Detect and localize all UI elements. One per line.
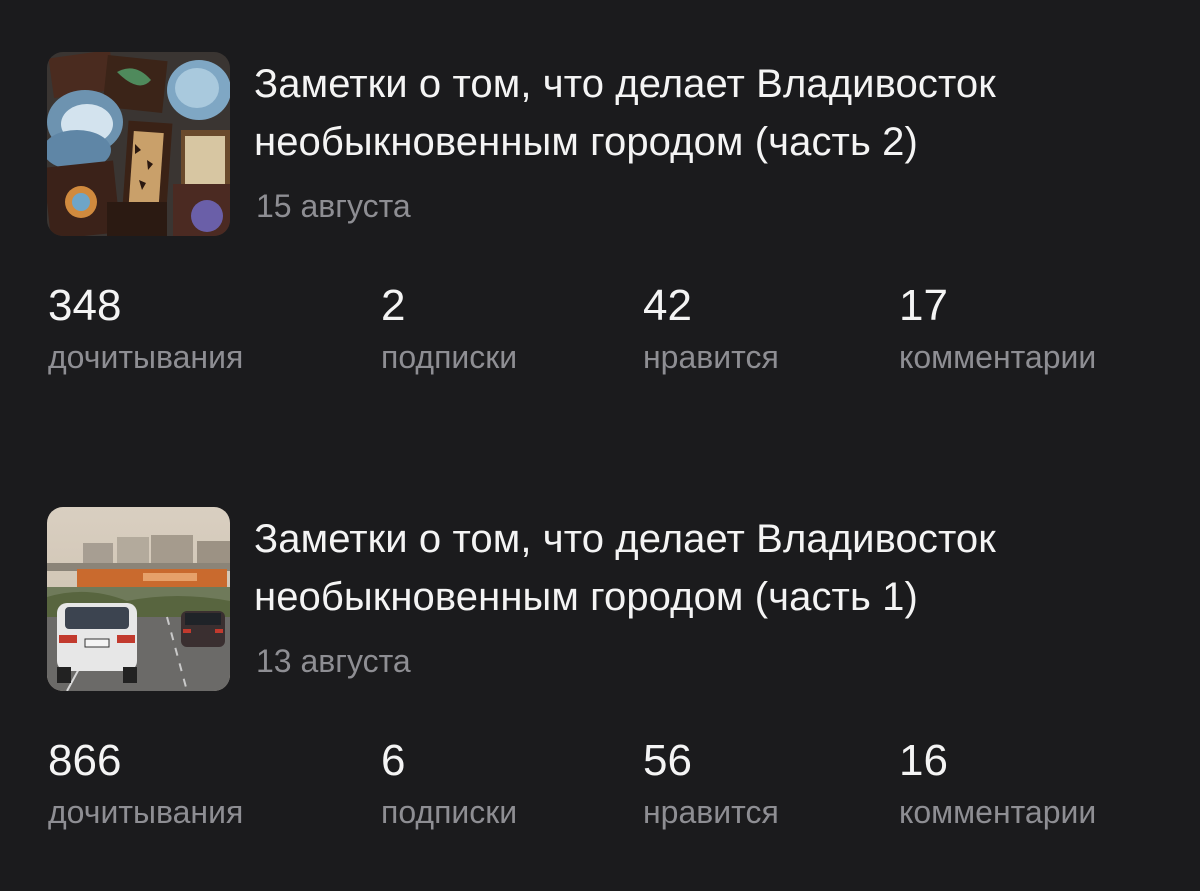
article-title-line-2: необыкновенным городом (часть 2)	[254, 120, 918, 164]
stat-likes-value: 56	[643, 736, 692, 785]
stat-reads-label: дочитывания	[48, 794, 244, 830]
stat-subscriptions-value: 6	[381, 736, 406, 785]
stat-likes: 42 нравится	[643, 280, 779, 377]
stat-comments-value: 16	[899, 736, 948, 785]
article-stats: 866 дочитывания 6 подписки 56 нравится 1…	[0, 735, 1200, 845]
article-title-line-1: Заметки о том, что делает Владивосток	[254, 517, 996, 561]
stat-subscriptions-label: подписки	[381, 339, 518, 375]
stat-comments-value: 17	[899, 281, 948, 330]
stat-subscriptions: 6 подписки	[381, 735, 517, 832]
stat-reads-value: 866	[48, 736, 122, 785]
article-thumbnail-road[interactable]	[47, 507, 230, 691]
article-header[interactable]: Заметки о том, что делает Владивосток не…	[47, 507, 1167, 693]
stat-reads-label: дочитывания	[48, 339, 244, 375]
article-date: 13 августа	[256, 643, 411, 679]
stat-likes-label: нравится	[643, 794, 779, 830]
stat-comments: 17 комментарии	[899, 280, 1096, 377]
stat-reads: 348 дочитывания	[48, 280, 243, 377]
article-title-line-2: необыкновенным городом (часть 1)	[254, 575, 918, 619]
article-title-line-1: Заметки о том, что делает Владивосток	[254, 62, 996, 106]
stat-likes-label: нравится	[643, 339, 779, 375]
stat-reads: 866 дочитывания	[48, 735, 243, 832]
stat-comments: 16 комментарии	[899, 735, 1096, 832]
stat-subscriptions-value: 2	[381, 281, 406, 330]
stat-comments-label: комментарии	[899, 339, 1097, 375]
article-title[interactable]: Заметки о том, что делает Владивосток не…	[254, 55, 1154, 171]
stat-likes: 56 нравится	[643, 735, 779, 832]
chocolate-photo-image	[47, 52, 230, 236]
article-title[interactable]: Заметки о том, что делает Владивосток не…	[254, 510, 1154, 626]
article-thumbnail-chocolate[interactable]	[47, 52, 230, 236]
article-header[interactable]: Заметки о том, что делает Владивосток не…	[47, 52, 1167, 238]
stat-likes-value: 42	[643, 281, 692, 330]
stat-subscriptions: 2 подписки	[381, 280, 517, 377]
article-date: 15 августа	[256, 188, 411, 224]
stat-comments-label: комментарии	[899, 794, 1097, 830]
stat-reads-value: 348	[48, 281, 122, 330]
stat-subscriptions-label: подписки	[381, 794, 518, 830]
city-road-photo-image	[47, 507, 230, 691]
article-stats: 348 дочитывания 2 подписки 42 нравится 1…	[0, 280, 1200, 390]
